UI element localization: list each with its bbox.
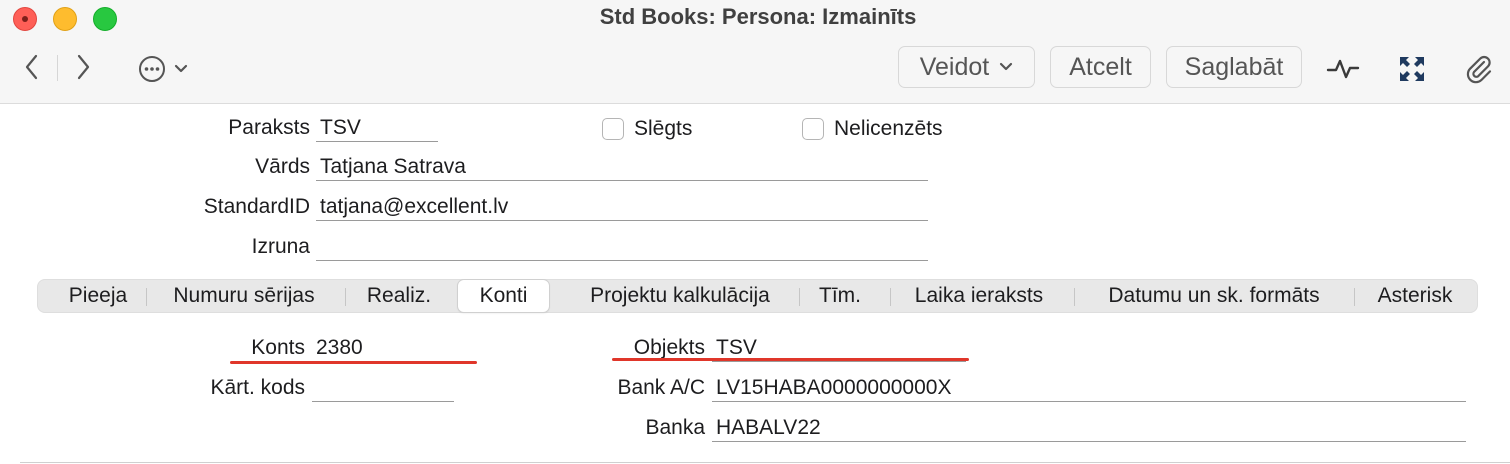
activity-button[interactable] bbox=[1323, 52, 1363, 86]
tab-tim[interactable]: Tīm. bbox=[804, 280, 876, 312]
window-titlebar: Std Books: Persona: Izmainīts Veidot Atc… bbox=[0, 0, 1510, 104]
unlicensed-checkbox-label: Nelicenzēts bbox=[834, 117, 943, 140]
chevron-down-icon bbox=[1000, 62, 1013, 71]
save-button-label: Saglabāt bbox=[1184, 52, 1284, 81]
bottom-divider bbox=[20, 462, 1510, 463]
standardid-label: StandardID bbox=[203, 195, 310, 218]
tab-asterisk[interactable]: Asterisk bbox=[1360, 280, 1470, 312]
closed-checkbox-group[interactable]: Slēgts bbox=[602, 117, 692, 141]
cancel-button[interactable]: Atcelt bbox=[1050, 46, 1151, 88]
chevron-left-icon bbox=[25, 54, 38, 80]
save-button[interactable]: Saglabāt bbox=[1166, 46, 1302, 88]
create-button-label: Veidot bbox=[919, 52, 990, 81]
closed-checkbox[interactable] bbox=[602, 118, 624, 140]
unlicensed-checkbox-group[interactable]: Nelicenzēts bbox=[802, 117, 943, 141]
bank-ac-label: Bank A/C bbox=[617, 376, 705, 399]
tab-laika-ieraksts[interactable]: Laika ieraksts bbox=[896, 280, 1062, 312]
tab-divider bbox=[345, 288, 346, 306]
bank-label: Banka bbox=[645, 416, 705, 439]
tab-divider bbox=[1354, 288, 1355, 306]
chevron-right-icon bbox=[77, 54, 90, 80]
account-highlight-underline bbox=[230, 361, 477, 364]
back-button[interactable] bbox=[17, 50, 47, 84]
expand-icon bbox=[1400, 57, 1424, 81]
bank-field[interactable]: HABALV22 bbox=[712, 414, 1466, 442]
object-label: Objekts bbox=[633, 336, 705, 359]
nav-divider bbox=[57, 55, 58, 81]
more-actions-button[interactable] bbox=[138, 54, 188, 84]
tab-divider bbox=[146, 288, 147, 306]
standardid-field[interactable]: tatjana@excellent.lv bbox=[316, 193, 928, 221]
cancel-button-label: Atcelt bbox=[1069, 52, 1132, 81]
forward-button[interactable] bbox=[68, 50, 98, 84]
signature-label: Paraksts bbox=[228, 116, 310, 139]
tab-datumu-un-sk-formats[interactable]: Datumu un sk. formāts bbox=[1080, 280, 1348, 312]
object-highlight-underline bbox=[612, 358, 969, 361]
unlicensed-checkbox[interactable] bbox=[802, 118, 824, 140]
pronunciation-field[interactable] bbox=[316, 233, 928, 261]
pulse-icon bbox=[1326, 59, 1360, 79]
pronunciation-label: Izruna bbox=[251, 235, 310, 258]
closed-checkbox-label: Slēgts bbox=[634, 117, 693, 140]
tab-bar: Pieeja Numuru sērijas Realiz. Konti Proj… bbox=[37, 279, 1478, 313]
ellipsis-circle-icon bbox=[139, 56, 165, 82]
card-code-field[interactable] bbox=[312, 374, 454, 402]
window-title: Std Books: Persona: Izmainīts bbox=[599, 4, 917, 29]
bank-ac-field[interactable]: LV15HABA0000000000X bbox=[712, 374, 1466, 402]
tab-numuru-serijas[interactable]: Numuru sērijas bbox=[152, 280, 336, 312]
name-label: Vārds bbox=[255, 155, 310, 178]
chevron-down-icon bbox=[174, 64, 188, 73]
card-code-label: Kārt. kods bbox=[210, 376, 305, 399]
tab-pieeja[interactable]: Pieeja bbox=[46, 280, 150, 312]
account-label: Konts bbox=[251, 336, 305, 359]
signature-field[interactable]: TSV bbox=[316, 114, 438, 142]
tab-divider bbox=[799, 288, 800, 306]
tab-realiz[interactable]: Realiz. bbox=[352, 280, 446, 312]
attachments-button[interactable] bbox=[1459, 52, 1499, 86]
paperclip-icon bbox=[1466, 55, 1492, 84]
tab-projektu-kalkulacija[interactable]: Projektu kalkulācija bbox=[560, 280, 800, 312]
create-button[interactable]: Veidot bbox=[898, 46, 1035, 88]
account-field[interactable]: 2380 bbox=[312, 334, 454, 362]
tab-divider bbox=[1074, 288, 1075, 306]
name-field[interactable]: Tatjana Satrava bbox=[316, 153, 928, 181]
tab-divider bbox=[890, 288, 891, 306]
tab-konti[interactable]: Konti bbox=[458, 280, 549, 312]
fullscreen-button[interactable] bbox=[1392, 52, 1432, 86]
